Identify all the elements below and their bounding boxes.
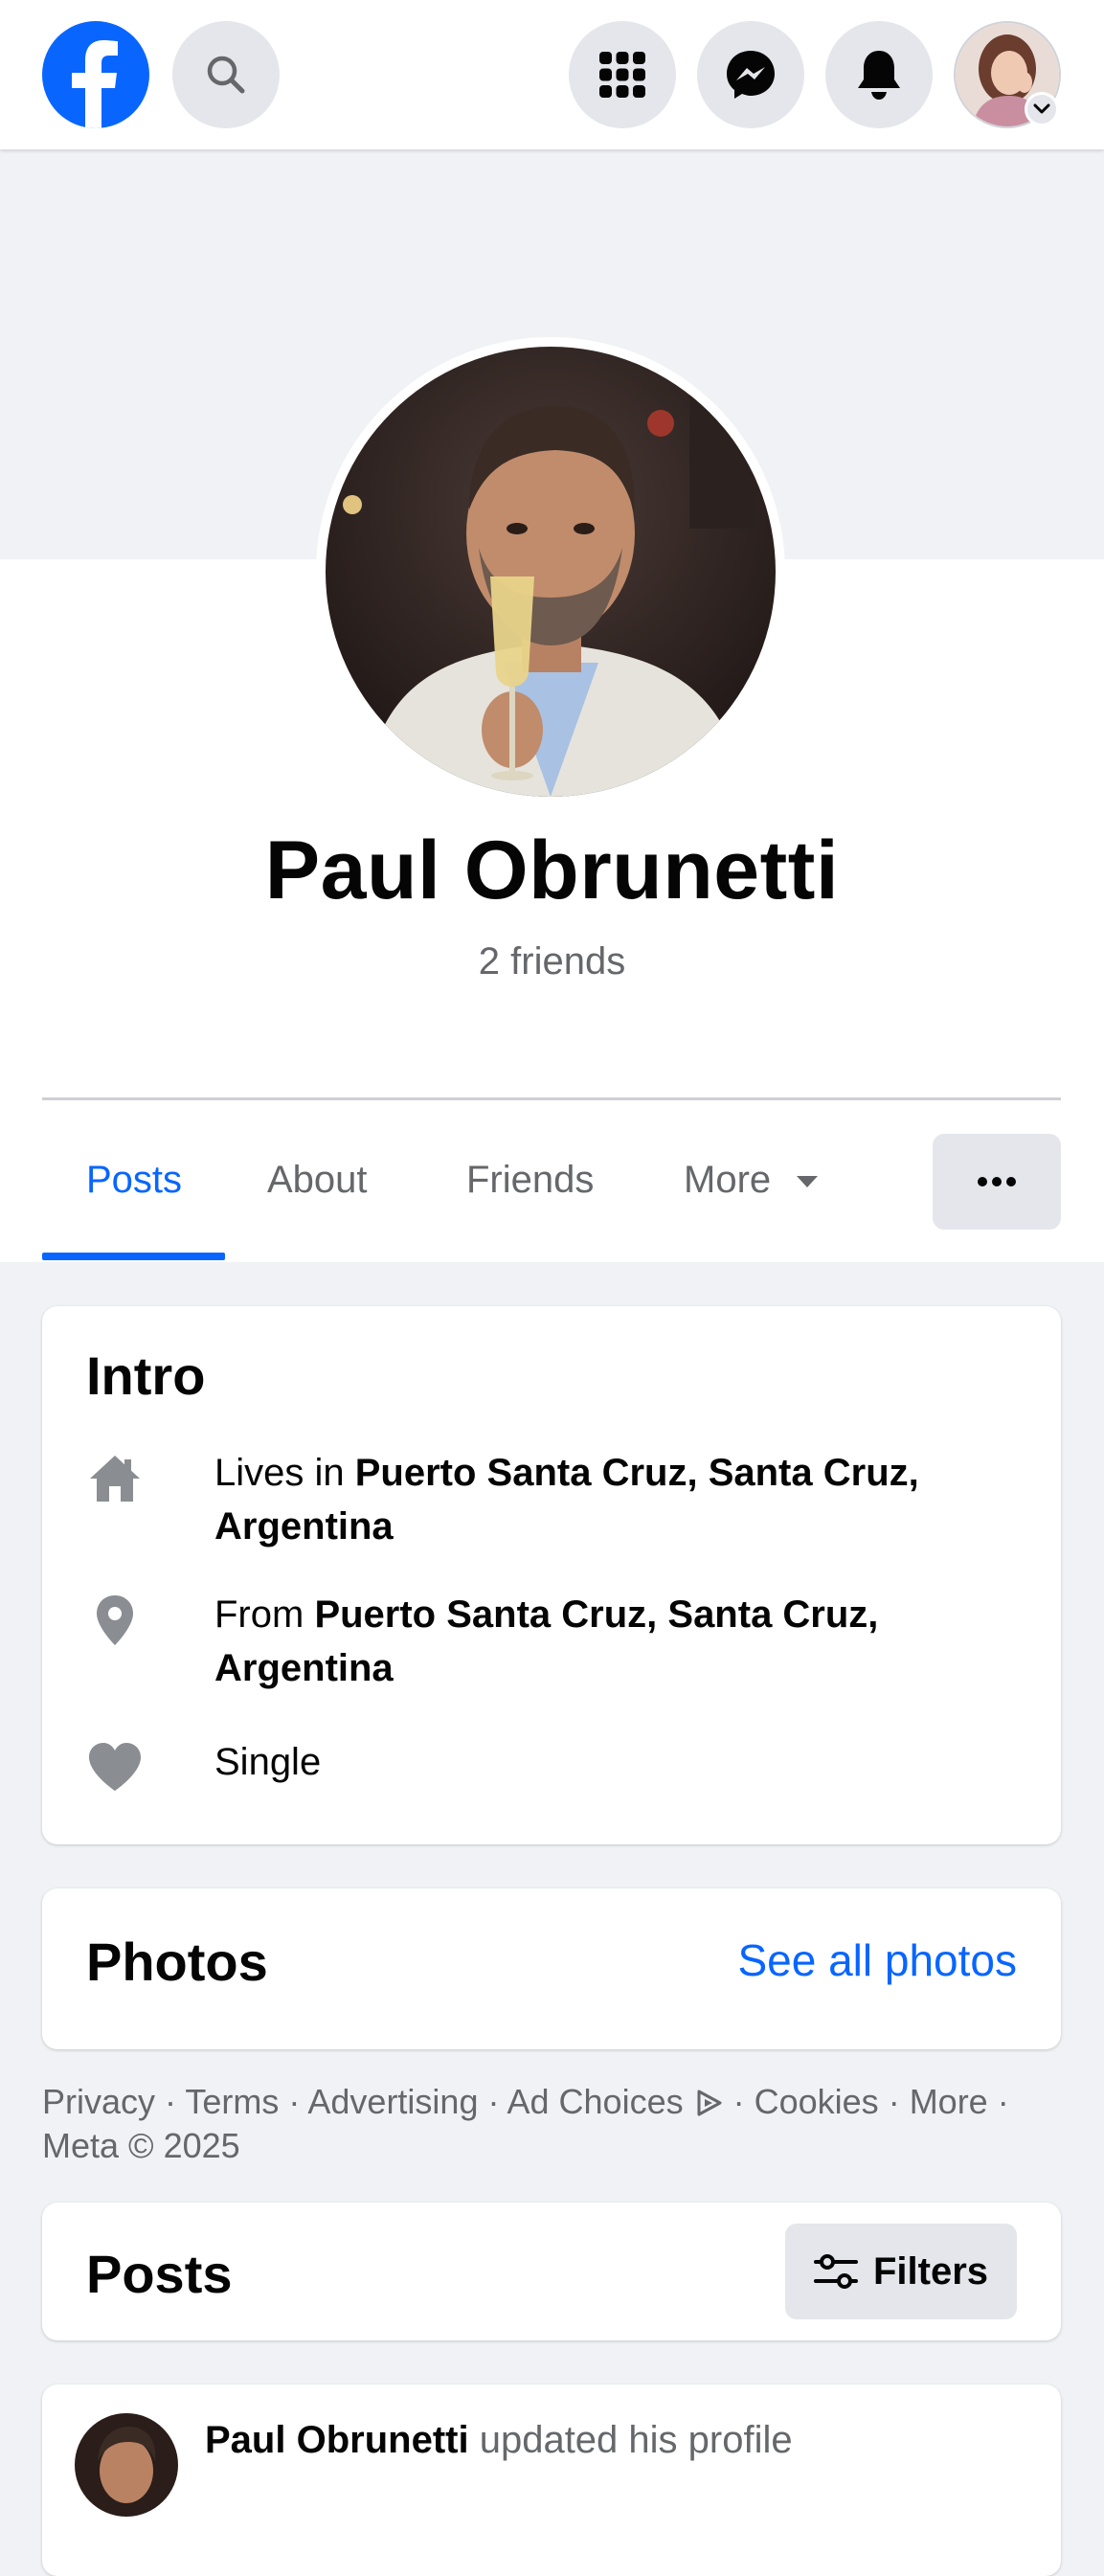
footer-terms[interactable]: Terms bbox=[185, 2082, 279, 2121]
intro-lives-in: Lives in Puerto Santa Cruz, Santa Cruz, … bbox=[86, 1446, 1005, 1561]
search-button[interactable] bbox=[172, 21, 280, 128]
footer-advertising[interactable]: Advertising bbox=[307, 2082, 478, 2121]
home-icon bbox=[90, 1456, 140, 1502]
caret-down-icon bbox=[797, 1176, 819, 1188]
top-bar bbox=[0, 0, 1104, 149]
from-prefix: From bbox=[214, 1593, 315, 1636]
location-pin-icon bbox=[97, 1595, 133, 1645]
filters-icon bbox=[813, 2254, 858, 2289]
filters-button[interactable]: Filters bbox=[785, 2224, 1017, 2319]
post-action: updated his profile bbox=[479, 2419, 793, 2461]
tab-more[interactable]: More bbox=[684, 1159, 820, 1202]
menu-button[interactable] bbox=[569, 21, 676, 128]
posts-title: Posts bbox=[86, 2244, 233, 2304]
photos-title: Photos bbox=[86, 1932, 268, 1992]
grid-menu-icon bbox=[599, 52, 645, 98]
lives-in-prefix: Lives in bbox=[214, 1452, 355, 1494]
filters-label: Filters bbox=[872, 2249, 989, 2293]
see-all-photos-link[interactable]: See all photos bbox=[737, 1934, 1017, 1986]
profile-options-button[interactable] bbox=[933, 1134, 1061, 1230]
friends-count[interactable]: 2 friends bbox=[0, 940, 1104, 983]
chevron-down-icon bbox=[1033, 103, 1050, 114]
footer-privacy[interactable]: Privacy bbox=[42, 2082, 155, 2121]
heart-icon bbox=[89, 1743, 141, 1791]
footer-ad-choices[interactable]: Ad Choices bbox=[507, 2082, 684, 2121]
notifications-button[interactable] bbox=[825, 21, 933, 128]
photos-card: Photos See all photos bbox=[42, 1888, 1061, 2049]
intro-card: Intro Lives in Puerto Santa Cruz, Santa … bbox=[42, 1306, 1061, 1844]
profile-picture[interactable] bbox=[316, 337, 785, 806]
active-tab-indicator bbox=[42, 1253, 225, 1260]
post-author-name[interactable]: Paul Obrunetti bbox=[205, 2419, 469, 2461]
intro-relationship: Single bbox=[86, 1735, 1005, 1802]
posts-card: Posts Filters bbox=[42, 2203, 1061, 2340]
post-author-avatar[interactable] bbox=[75, 2413, 178, 2517]
footer-copyright: Meta © 2025 bbox=[42, 2126, 240, 2165]
messenger-icon bbox=[727, 51, 775, 99]
tab-friends[interactable]: Friends bbox=[466, 1159, 594, 1202]
ad-choices-icon bbox=[697, 2090, 722, 2116]
tab-about[interactable]: About bbox=[267, 1159, 368, 1202]
header-divider bbox=[42, 1097, 1061, 1100]
bell-icon bbox=[858, 51, 900, 100]
search-icon bbox=[207, 56, 245, 94]
footer-cookies[interactable]: Cookies bbox=[755, 2082, 879, 2121]
tab-posts[interactable]: Posts bbox=[86, 1159, 182, 1202]
account-menu-caret[interactable] bbox=[1025, 92, 1059, 126]
intro-title: Intro bbox=[86, 1345, 206, 1406]
post-card: Paul Obrunetti updated his profile bbox=[42, 2384, 1061, 2576]
post-header-text: Paul Obrunetti updated his profile bbox=[205, 2419, 793, 2462]
from-place[interactable]: Puerto Santa Cruz, Santa Cruz, Argentina bbox=[214, 1593, 878, 1689]
facebook-logo[interactable] bbox=[42, 21, 149, 128]
tab-more-label: More bbox=[684, 1159, 772, 1201]
relationship-status: Single bbox=[214, 1741, 322, 1783]
footer-links: Privacy · Terms · Advertising · Ad Choic… bbox=[42, 2082, 1009, 2165]
intro-from: From Puerto Santa Cruz, Santa Cruz, Arge… bbox=[86, 1588, 1005, 1703]
profile-name: Paul Obrunetti bbox=[264, 825, 840, 916]
footer-more[interactable]: More bbox=[910, 2082, 988, 2121]
messenger-button[interactable] bbox=[697, 21, 804, 128]
more-dots-icon bbox=[978, 1177, 1016, 1186]
